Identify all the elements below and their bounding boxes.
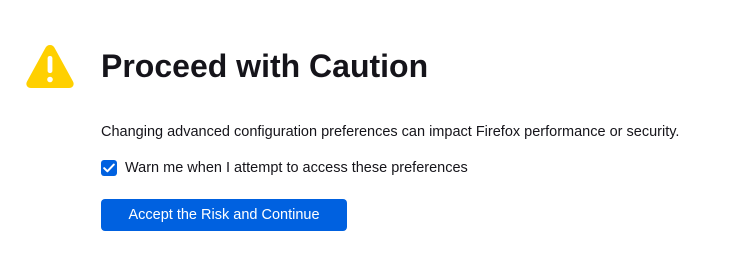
- accept-risk-button[interactable]: Accept the Risk and Continue: [101, 199, 347, 231]
- checkmark-icon: [103, 163, 115, 173]
- warn-checkbox[interactable]: [101, 160, 117, 176]
- page-title: Proceed with Caution: [101, 48, 429, 84]
- warn-checkbox-row[interactable]: Warn me when I attempt to access these p…: [101, 157, 468, 179]
- warn-checkbox-label[interactable]: Warn me when I attempt to access these p…: [125, 158, 468, 178]
- warning-triangle-icon: [25, 43, 75, 89]
- warning-description: Changing advanced configuration preferen…: [101, 124, 680, 140]
